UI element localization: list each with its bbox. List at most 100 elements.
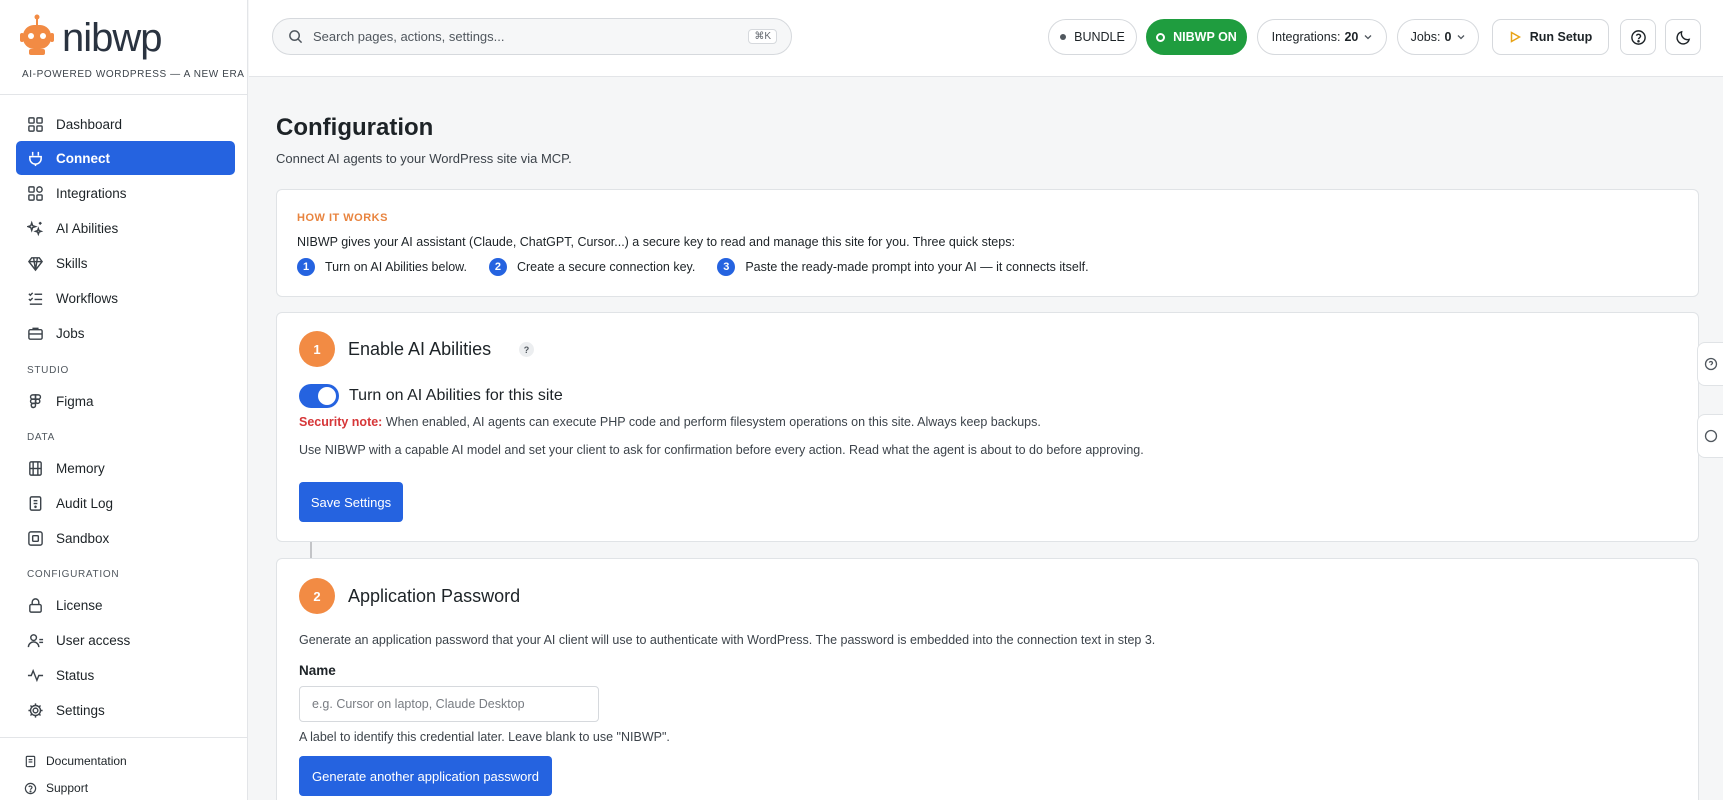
steps-list: 1 Turn on AI Abilities below. 2 Create a… — [297, 258, 1111, 276]
toggle-label: Turn on AI Abilities for this site — [349, 387, 563, 404]
step-text: Turn on AI Abilities below. — [325, 260, 467, 274]
step-badge: 1 — [299, 331, 335, 367]
jobs-label: Jobs: — [1410, 30, 1441, 44]
support-label: Support — [46, 781, 89, 795]
sidebar-item-label: Audit Log — [56, 495, 114, 511]
chevron-down-icon — [1457, 33, 1465, 41]
floating-side-widget[interactable] — [1697, 414, 1723, 458]
brand-tagline: AI-POWERED WORDPRESS — A NEW ERA — [22, 69, 245, 80]
chevron-down-icon — [1364, 33, 1372, 41]
memory-icon — [27, 460, 44, 477]
search-placeholder: Search pages, actions, settings... — [313, 29, 505, 44]
sidebar-item-label: Settings — [56, 702, 105, 718]
sidebar-item-sandbox[interactable]: Sandbox — [16, 521, 235, 555]
plug-icon — [27, 150, 44, 167]
step-badge: 2 — [299, 578, 335, 614]
support-icon — [24, 782, 37, 795]
step-item: 3 Paste the ready-made prompt into your … — [717, 258, 1089, 276]
sidebar-item-dashboard[interactable]: Dashboard — [16, 107, 235, 141]
user-access-icon — [27, 632, 44, 649]
sidebar-item-user-access[interactable]: User access — [16, 623, 235, 657]
document-icon — [24, 755, 37, 768]
section-data: DATA — [27, 432, 55, 443]
step-text: Create a secure connection key. — [516, 260, 696, 274]
sidebar: nibwp AI-POWERED WORDPRESS — A NEW ERA D… — [0, 0, 248, 800]
documentation-link[interactable]: Documentation — [24, 751, 127, 771]
ai-abilities-toggle[interactable] — [299, 384, 339, 408]
brand-logo[interactable]: nibwp AI-POWERED WORDPRESS — A NEW ERA — [20, 12, 244, 84]
page-subtitle: Connect AI agents to your WordPress site… — [276, 151, 572, 166]
sidebar-item-figma[interactable]: Figma — [16, 384, 235, 418]
bundle-badge[interactable]: BUNDLE — [1048, 19, 1137, 55]
sidebar-item-label: Dashboard — [56, 116, 123, 132]
search-icon — [288, 29, 303, 44]
sidebar-divider — [0, 94, 248, 95]
moon-icon — [1675, 30, 1690, 45]
save-settings-button[interactable]: Save Settings — [299, 482, 403, 522]
integrations-label: Integrations: — [1271, 30, 1341, 44]
sidebar-item-ai-abilities[interactable]: AI Abilities — [16, 211, 235, 245]
help-circle-icon — [1630, 29, 1646, 45]
sidebar-item-settings[interactable]: Settings — [16, 693, 235, 727]
sidebar-item-label: Jobs — [56, 325, 85, 341]
sparkle-icon — [27, 220, 44, 237]
step-description: Generate an application password that yo… — [299, 633, 1156, 647]
dashboard-grid-icon — [27, 116, 44, 133]
status-dot-icon — [1156, 32, 1166, 42]
step-item: 1 Turn on AI Abilities below. — [297, 258, 467, 276]
integrations-grid-icon — [27, 185, 44, 202]
sidebar-item-memory[interactable]: Memory — [16, 451, 235, 485]
sidebar-item-label: Workflows — [56, 290, 119, 306]
bundle-dot-icon — [1060, 34, 1067, 40]
step-number: 1 — [297, 258, 315, 276]
generate-password-button[interactable]: Generate another application password — [299, 756, 552, 796]
name-field-label: Name — [299, 663, 336, 678]
topbar: Search pages, actions, settings... ⌘K BU… — [249, 0, 1723, 77]
sidebar-item-skills[interactable]: Skills — [16, 246, 235, 280]
clipboard-icon — [27, 495, 44, 512]
section-studio: STUDIO — [27, 365, 69, 376]
application-password-card: 2 Application Password Generate an appli… — [276, 558, 1699, 800]
sandbox-icon — [27, 530, 44, 547]
sidebar-divider — [0, 737, 248, 738]
toggle-knob — [318, 387, 336, 405]
sidebar-item-label: Status — [56, 667, 95, 683]
list-checks-icon — [27, 290, 44, 307]
dark-mode-toggle[interactable] — [1665, 19, 1701, 55]
sidebar-item-license[interactable]: License — [16, 588, 235, 622]
sidebar-item-status[interactable]: Status — [16, 658, 235, 692]
section-configuration: CONFIGURATION — [27, 569, 120, 580]
floating-assistant-widget[interactable] — [1697, 342, 1723, 386]
activity-icon — [27, 667, 44, 684]
jobs-dropdown[interactable]: Jobs: 0 — [1397, 19, 1479, 55]
security-note-prefix: Security note: — [299, 415, 383, 429]
sidebar-item-label: Integrations — [56, 185, 127, 201]
search-input[interactable]: Search pages, actions, settings... ⌘K — [272, 18, 792, 55]
gear-icon — [27, 702, 44, 719]
help-tooltip-icon[interactable]: ? — [519, 342, 534, 357]
sidebar-item-workflows[interactable]: Workflows — [16, 281, 235, 315]
how-it-works-label: HOW IT WORKS — [297, 212, 388, 224]
support-link[interactable]: Support — [24, 778, 88, 798]
sidebar-item-integrations[interactable]: Integrations — [16, 176, 235, 210]
name-field[interactable] — [299, 686, 599, 722]
sidebar-item-connect[interactable]: Connect — [16, 141, 235, 175]
step-title: Enable AI Abilities — [348, 339, 492, 359]
sidebar-item-label: Figma — [56, 393, 94, 409]
robot-logo-icon — [20, 14, 54, 55]
run-setup-button[interactable]: Run Setup — [1492, 19, 1609, 55]
security-note-text: When enabled, AI agents can execute PHP … — [382, 415, 1041, 429]
sidebar-item-label: Memory — [56, 460, 105, 476]
sidebar-item-jobs[interactable]: Jobs — [16, 316, 235, 350]
step-title: Application Password — [348, 586, 521, 606]
lock-icon — [27, 597, 44, 614]
integrations-dropdown[interactable]: Integrations: 20 — [1257, 19, 1387, 55]
enable-ai-abilities-card: 1 Enable AI Abilities ? Turn on AI Abili… — [276, 312, 1699, 542]
sidebar-item-label: Sandbox — [56, 530, 110, 546]
sidebar-item-label: User access — [56, 632, 131, 648]
sidebar-item-audit-log[interactable]: Audit Log — [16, 486, 235, 520]
status-toggle[interactable]: NIBWP ON — [1146, 19, 1247, 55]
main-content: Configuration Connect AI agents to your … — [249, 78, 1723, 800]
advice-text: Use NIBWP with a capable AI model and se… — [299, 443, 1144, 457]
help-button[interactable] — [1620, 19, 1656, 55]
